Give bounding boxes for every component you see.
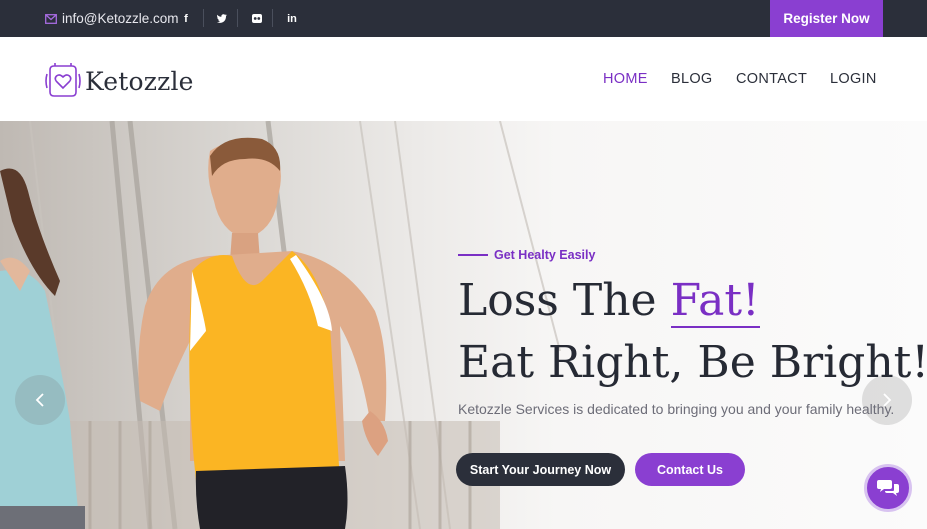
divider — [272, 9, 273, 27]
hero-eyebrow-text: Get Healty Easily — [494, 248, 596, 262]
site-header: Ketozzle HOME BLOG CONTACT LOGIN — [0, 37, 927, 121]
logo-text: Ketozzle — [85, 66, 194, 96]
slider-prev-button[interactable] — [15, 375, 65, 425]
twitter-icon[interactable] — [207, 0, 237, 37]
hero-subtext: Ketozzle Services is dedicated to bringi… — [458, 401, 895, 417]
nav-home[interactable]: HOME — [603, 37, 648, 121]
divider — [203, 9, 204, 27]
facebook-icon[interactable]: f — [171, 0, 201, 37]
flickr-icon[interactable] — [242, 0, 272, 37]
contact-email-text: info@Ketozzle.com — [62, 11, 179, 26]
hero-headline-1-accent: Fat! — [670, 275, 760, 328]
chat-button[interactable] — [864, 464, 912, 512]
nav-login[interactable]: LOGIN — [830, 37, 877, 121]
nav-blog[interactable]: BLOG — [671, 37, 713, 121]
eyebrow-line — [458, 254, 488, 256]
hero-slider: Get Healty Easily Loss The Fat! Eat Righ… — [0, 121, 927, 529]
start-journey-button[interactable]: Start Your Journey Now — [456, 453, 625, 486]
register-now-button[interactable]: Register Now — [770, 0, 883, 37]
envelope-icon — [45, 13, 57, 24]
chat-icon — [877, 480, 899, 496]
top-bar: info@Ketozzle.com f in Register Now — [0, 0, 927, 37]
logo[interactable]: Ketozzle — [45, 62, 194, 100]
hero-headline-1-prefix: Loss The — [458, 275, 671, 326]
nav-contact[interactable]: CONTACT — [736, 37, 807, 121]
hero-headline-2: Eat Right, Be Bright! — [458, 337, 927, 388]
hero-eyebrow: Get Healty Easily — [458, 248, 595, 262]
hero-headline-1: Loss The Fat! — [458, 271, 760, 331]
chevron-left-icon — [35, 393, 44, 407]
divider — [237, 9, 238, 27]
logo-icon — [45, 63, 81, 97]
contact-email[interactable]: info@Ketozzle.com — [45, 0, 179, 37]
linkedin-icon[interactable]: in — [277, 0, 307, 37]
contact-us-button[interactable]: Contact Us — [635, 453, 745, 486]
